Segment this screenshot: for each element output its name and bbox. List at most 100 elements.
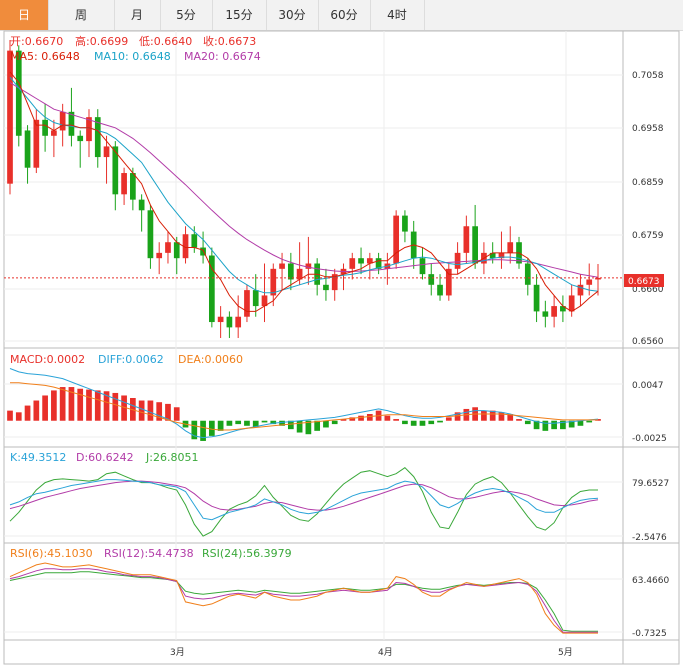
macd-bar [235,420,242,425]
ma10-label: MA10: 0.6648 [94,50,171,63]
macd-bar [244,420,250,426]
macd-bar [524,420,531,425]
ma5-label: MA5: 0.6648 [10,50,80,63]
x-tick-label: 4月 [378,647,393,658]
candle-body [51,130,57,136]
macd-bar [384,415,391,421]
macd-bar [445,417,452,421]
forex-chart[interactable]: 0.7058 0.6958 0.6859 0.6759 0.6660 0.656… [0,0,683,670]
candle-body [445,268,452,296]
candle-body [77,135,84,142]
candle-body [226,316,233,328]
price-tick-label: 0.7058 [632,71,664,81]
macd-bar [410,420,417,426]
macd-y-axis: 0.0047 -0.0025 [632,381,667,444]
rsi6-label: RSI(6):45.1030 [10,547,93,560]
price-tick-label: 0.6859 [632,178,664,188]
candle-body [533,284,540,312]
candle-body [358,258,364,264]
price-legend: 开:0.6670 高:0.6699 低:0.6640 收:0.6673 MA5:… [10,34,261,63]
rsi-y-axis: 63.4660 -0.7325 [632,576,669,639]
candle-body [156,252,163,259]
ma5-line [9,71,599,312]
candle-body [287,263,294,280]
candle-body [191,234,198,248]
candle-body [165,242,171,253]
candle-body [7,50,13,184]
price-y-axis: 0.7058 0.6958 0.6859 0.6759 0.6660 0.656… [632,71,664,347]
kdj-legend: K:49.3512 D:60.6242 J:26.8051 [10,451,198,464]
macd-bar [24,405,31,421]
dea-label: DEA:0.0060 [178,353,243,366]
d-label: D:60.6242 [76,451,134,464]
macd-bar [586,420,593,423]
macd-bar [226,420,233,426]
j-label: J:26.8051 [145,451,198,464]
low-label: 低:0.6640 [139,35,192,48]
candle-body [393,215,400,264]
x-axis: 3月 4月 5月 [170,647,573,658]
open-label: 开:0.6670 [10,35,63,48]
macd-bar [323,420,329,428]
candle-body [252,290,259,307]
macd-bar [331,420,338,425]
macd-bar [15,412,22,421]
macd-bar [51,390,57,421]
current-price-tag: 0.6673 [624,274,664,287]
macd-bar [481,410,487,421]
macd-bar [261,420,268,423]
macd-bar [402,420,408,425]
candle-body [121,173,127,195]
macd-bar [366,414,373,421]
candle-body [551,306,557,317]
candle-body [173,242,180,259]
candle-body [217,316,224,323]
rsi-panel [9,562,598,634]
candle-body [33,119,40,168]
kdj-panel [9,467,599,537]
kdj-tick-label: -2.5476 [632,533,667,543]
candle-body [279,263,285,269]
candle-body [235,316,242,328]
candle-body [507,242,514,253]
macd-bar [147,400,154,421]
macd-bar [437,420,443,423]
macd-bar [42,395,48,421]
macd-bar [542,420,549,431]
candle-body [568,295,575,312]
j-line [9,467,598,537]
rsi-legend: RSI(6):45.1030 RSI(12):54.4738 RSI(24):5… [10,547,292,560]
candle-body [472,226,478,264]
rsi12-line [9,568,598,633]
high-label: 高:0.6699 [75,34,128,48]
candle-body [147,210,154,259]
macd-bar [7,410,13,421]
kdj-y-axis: 79.6527 -2.5476 [632,479,669,543]
diff-label: DIFF:0.0062 [98,353,164,366]
candle-body [323,284,329,291]
d-line [9,480,599,511]
price-tick-label: 0.6560 [632,337,664,347]
macd-bar [173,407,180,421]
candle-body [402,215,408,232]
macd-bar [33,400,40,421]
macd-bar [551,420,557,430]
price-tick-label: 0.6958 [632,124,664,134]
candle-body [103,146,110,158]
current-price-label: 0.6673 [628,277,660,287]
candle-body [24,130,31,168]
macd-bar [59,387,66,421]
macd-bar [428,420,435,425]
macd-bar [296,420,303,433]
macd-bar [516,419,522,421]
k-label: K:49.3512 [10,451,66,464]
candle-body [349,258,356,269]
ma20-label: MA20: 0.6674 [184,50,261,63]
x-tick-label: 3月 [170,647,185,658]
rsi12-label: RSI(12):54.4738 [104,547,194,560]
macd-legend: MACD:0.0002 DIFF:0.0062 DEA:0.0060 [10,353,243,366]
macd-tick-label: -0.0025 [632,434,667,444]
candle-body [542,311,549,317]
candle-body [454,252,461,269]
rsi-tick-label: -0.7325 [632,629,667,639]
